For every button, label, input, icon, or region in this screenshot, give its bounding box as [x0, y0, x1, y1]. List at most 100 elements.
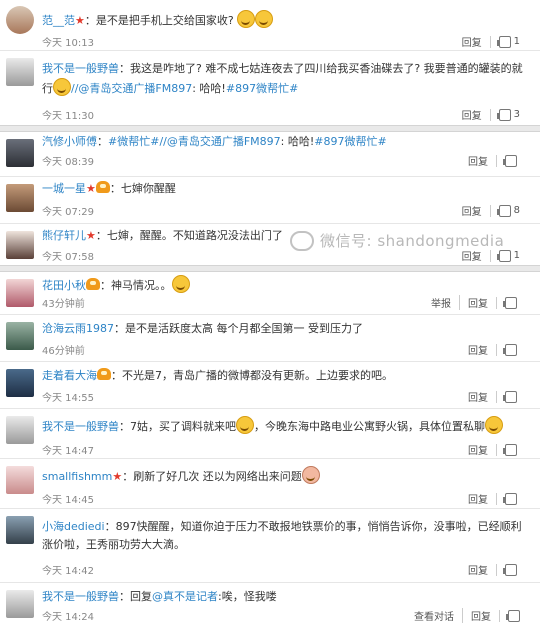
comment-row: 我不是一般野兽：我这是咋地了? 难不成七姑连夜去了四川给我买香油碟去了? 我要普…	[0, 50, 540, 126]
avatar[interactable]	[6, 139, 34, 167]
username[interactable]: 熊仔轩儿	[42, 229, 86, 242]
username[interactable]: 我不是一般野兽	[42, 590, 119, 603]
like-button[interactable]: 1	[489, 249, 528, 262]
thumbs-up-icon	[503, 390, 517, 403]
thumbs-up-icon	[503, 343, 517, 356]
like-button[interactable]: 1	[489, 35, 528, 48]
like-button[interactable]: 8	[489, 204, 528, 217]
avatar[interactable]	[6, 322, 34, 350]
comment-actions: 回复	[460, 562, 528, 577]
timestamp: 今天 11:30	[42, 111, 94, 122]
reply-button[interactable]: 回复	[454, 107, 490, 122]
comment-body: 一城一星★ ：七婶你醒醒	[42, 180, 526, 198]
avatar[interactable]	[6, 516, 34, 544]
hashtag-link[interactable]: #897微帮忙#	[314, 135, 386, 148]
username[interactable]: 我不是一般野兽	[42, 420, 119, 433]
watermark: 微信号: shandongmedia	[290, 230, 504, 251]
username[interactable]: smallfishmm	[42, 470, 112, 483]
avatar[interactable]	[6, 369, 34, 397]
mention-link[interactable]: @真不是记者	[152, 590, 218, 603]
hashtag-link[interactable]: #897微帮忙#	[226, 82, 298, 95]
like-count: 1	[513, 250, 520, 261]
comment-text: ：七婶，醒醒。不知道路况没法出门了	[95, 229, 283, 242]
comment-row: smallfishmm★：刷新了好几次 还以为网络出来问题 今天 14:45 回…	[0, 458, 540, 509]
comment-body: 沧海云雨1987：是不是活跃度太高 每个月都全国第一 受到压力了	[42, 320, 526, 338]
timestamp: 43分钟前	[42, 299, 85, 310]
thumbs-up-icon	[503, 563, 517, 576]
sweat-emoji-icon	[301, 466, 320, 484]
avatar[interactable]	[6, 279, 34, 307]
reply-button[interactable]: 回复	[460, 442, 496, 457]
comment-body: smallfishmm★：刷新了好几次 还以为网络出来问题	[42, 466, 526, 486]
username[interactable]: 一城一星	[42, 182, 86, 195]
watermark-text: 微信号: shandongmedia	[320, 232, 505, 250]
timestamp: 今天 07:29	[42, 207, 94, 218]
vip-crown-icon	[95, 181, 110, 193]
comment-body: 花田小秋 ：神马情况。。	[42, 275, 526, 295]
reply-button[interactable]: 回复	[460, 389, 496, 404]
like-button[interactable]	[496, 296, 528, 309]
username[interactable]: 走着看大海	[42, 369, 97, 382]
username[interactable]: 花田小秋	[42, 279, 86, 292]
comment-body: 我不是一般野兽：7姑，买了调料就来吧 ，今晚东海中路电业公寓野火锅，具体位置私聊	[42, 416, 526, 436]
username[interactable]: 我不是一般野兽	[42, 62, 119, 75]
vip-crown-icon	[97, 368, 111, 380]
verified-star-icon: ★	[112, 470, 123, 483]
thumbs-up-icon	[503, 154, 517, 167]
username[interactable]: 沧海云雨1987	[42, 322, 114, 335]
username[interactable]: 小海dediedi	[42, 520, 105, 533]
verified-star-icon: ★	[86, 182, 96, 195]
avatar[interactable]	[6, 6, 34, 34]
thumbs-up-icon	[503, 492, 517, 505]
reply-button[interactable]: 回复	[460, 562, 496, 577]
username[interactable]: 范__范	[42, 14, 75, 27]
like-button[interactable]	[496, 343, 528, 356]
avatar[interactable]	[6, 231, 34, 259]
comment-body: 小海dediedi：897快醒醒，知道你迫于压力不敢报地铁票价的事，悄悄告诉你，…	[42, 518, 526, 554]
laugh-emoji-icon	[53, 78, 71, 96]
timestamp: 今天 14:42	[42, 566, 94, 577]
username[interactable]: 汽修小师傅	[42, 135, 97, 148]
comment-text: ：刷新了好几次 还以为网络出来问题	[122, 470, 302, 483]
reply-button[interactable]: 回复	[460, 491, 496, 506]
avatar[interactable]	[6, 466, 34, 494]
timestamp: 今天 14:55	[42, 393, 94, 404]
comment-text: : 哈哈!	[280, 135, 315, 148]
like-button[interactable]: 3	[489, 108, 528, 121]
avatar[interactable]	[6, 416, 34, 444]
thumbs-up-icon	[503, 296, 517, 309]
comment-actions: 回复	[460, 442, 528, 457]
comment-text: ：是不是活跃度太高 每个月都全国第一 受到压力了	[114, 322, 363, 335]
reply-button[interactable]: 回复	[460, 153, 496, 168]
reply-button[interactable]: 回复	[454, 34, 490, 49]
wechat-icon	[290, 230, 314, 251]
mention-link[interactable]: //@青岛交通广播FM897	[159, 135, 280, 148]
comment-row: 小海dediedi：897快醒醒，知道你迫于压力不敢报地铁票价的事，悄悄告诉你，…	[0, 508, 540, 583]
comment-row: 一城一星★ ：七婶你醒醒 今天 07:29 回复 8	[0, 176, 540, 224]
reply-button[interactable]: 回复	[459, 295, 496, 310]
comment-body: 走着看大海 ：不光是7，青岛广播的微博都没有更新。上边要求的吧。	[42, 367, 526, 385]
comment-text: ：不光是7，青岛广播的微博都没有更新。上边要求的吧。	[111, 369, 393, 382]
like-button[interactable]	[496, 563, 528, 576]
avatar[interactable]	[6, 590, 34, 618]
thumbs-up-icon	[496, 249, 511, 262]
report-button[interactable]: 举报	[423, 295, 459, 310]
like-button[interactable]	[496, 390, 528, 403]
mention-link[interactable]: //@青岛交通广播FM897	[71, 82, 192, 95]
comment-body: 我不是一般野兽：我这是咋地了? 难不成七姑连夜去了四川给我买香油碟去了? 我要普…	[42, 60, 526, 98]
avatar[interactable]	[6, 58, 34, 86]
timestamp: 今天 08:39	[42, 157, 94, 168]
thumbs-up-icon	[496, 108, 511, 121]
reply-button[interactable]: 回复	[454, 203, 490, 218]
comment-row: 我不是一般野兽：回复@真不是记者:唉，怪我喽 今天 14:24 查看对话 回复	[0, 582, 540, 632]
avatar[interactable]	[6, 184, 34, 212]
comment-actions: 回复	[460, 389, 528, 404]
comment-text-continued: ，今晚东海中路电业公寓野火锅，具体位置私聊	[254, 420, 485, 433]
hashtag-link[interactable]: #微帮忙#	[108, 135, 159, 148]
like-button[interactable]	[496, 443, 528, 456]
comment-text: ：是不是把手机上交给国家收?	[84, 14, 234, 27]
like-button[interactable]	[496, 492, 528, 505]
comment-row: 我不是一般野兽：7姑，买了调料就来吧 ，今晚东海中路电业公寓野火锅，具体位置私聊 …	[0, 408, 540, 459]
reply-button[interactable]: 回复	[460, 342, 496, 357]
like-button[interactable]	[496, 154, 528, 167]
